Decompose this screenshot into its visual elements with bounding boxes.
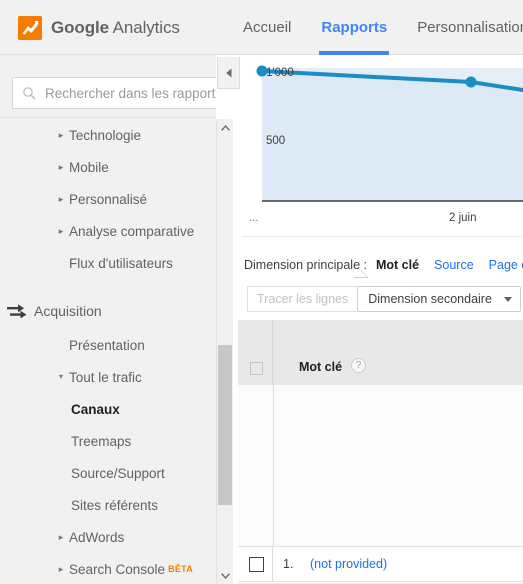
chevron-down-icon	[220, 572, 230, 579]
table-column-divider	[273, 385, 274, 546]
brand-title: Google Analytics	[51, 18, 180, 38]
dimension-tab-mot-cle[interactable]: Mot clé	[376, 258, 419, 272]
plot-rows-button[interactable]: Tracer les lignes	[247, 286, 358, 312]
sidebar-item-label: Tout le trafic	[69, 369, 142, 385]
table-header-checkbox-cell	[238, 320, 273, 385]
chevron-right-icon: ▸	[58, 563, 64, 574]
chevron-right-icon: ▸	[58, 531, 64, 542]
table-row-index: 1.	[283, 557, 294, 571]
table-row-checkbox-cell	[238, 547, 273, 581]
primary-dimension-label: Dimension principale :	[244, 258, 367, 272]
sidebar-scrollbar[interactable]	[216, 119, 233, 584]
table-row[interactable]: 1. (not provided)	[238, 546, 523, 582]
sidebar-item-label: Canaux	[71, 401, 120, 417]
google-analytics-window: Google Analytics Accueil Rapports Person…	[0, 0, 523, 584]
main-content: 1'000 500 ... 2 juin Dimension principal…	[233, 55, 523, 584]
search-box[interactable]	[12, 77, 216, 109]
sidebar-item-label: Source/Support	[71, 465, 165, 481]
nav-tab-personnalisation[interactable]: Personnalisation	[402, 0, 523, 55]
chart-canvas: 1'000 500 ... 2 juin	[249, 65, 523, 224]
table-row-keyword-link[interactable]: (not provided)	[310, 557, 387, 571]
brand-google: Google	[51, 18, 109, 37]
chevron-right-icon: ▸	[58, 161, 64, 172]
sidebar-item-mobile[interactable]: ▸ Mobile	[0, 151, 216, 183]
sidebar-item-label: Treemaps	[71, 433, 132, 449]
chevron-up-icon	[220, 124, 230, 131]
chart-ytick-500: 500	[266, 135, 285, 147]
sidebar-item-presentation[interactable]: Présentation	[0, 329, 216, 361]
brand: Google Analytics	[18, 15, 180, 41]
sidebar-nav-list: ▸ Technologie ▸ Mobile ▸ Personnalisé ▸ …	[0, 119, 216, 584]
scrollbar-thumb[interactable]	[218, 345, 232, 505]
chevron-down-icon: ▾	[58, 372, 63, 381]
scroll-up-button[interactable]	[217, 119, 233, 136]
sidebar: ▸ Technologie ▸ Mobile ▸ Personnalisé ▸ …	[0, 55, 216, 584]
sidebar-item-canaux[interactable]: Canaux	[0, 393, 216, 425]
sidebar-item-search-console[interactable]: ▸ Search Console BÊTA	[0, 553, 216, 584]
search-icon	[23, 87, 36, 100]
sidebar-item-label: Mobile	[69, 159, 109, 175]
chevron-right-icon: ▸	[58, 193, 64, 204]
sidebar-item-sites-referents[interactable]: Sites référents	[0, 489, 216, 521]
acquisition-arrows-icon	[0, 303, 34, 319]
table-header-main-cell: Mot clé ?	[274, 320, 523, 385]
search-input[interactable]	[43, 84, 216, 102]
sidebar-section-acquisition[interactable]: Acquisition	[0, 293, 216, 329]
sidebar-item-label: Flux d'utilisateurs	[69, 255, 173, 271]
sidebar-section-label: Acquisition	[34, 303, 102, 319]
sidebar-item-tout-le-trafic[interactable]: ▾ Tout le trafic	[0, 361, 216, 393]
select-all-checkbox[interactable]	[250, 362, 263, 375]
analytics-logo-icon	[18, 16, 42, 40]
chart-xtick-right: 2 juin	[449, 212, 477, 224]
sidebar-item-label: Search Console	[69, 561, 166, 577]
sessions-line-chart: 1'000 500 ... 2 juin	[233, 55, 523, 240]
chart-divider	[242, 236, 523, 237]
nav-tab-accueil[interactable]: Accueil	[228, 0, 306, 55]
row-select-checkbox[interactable]	[249, 557, 264, 572]
dimension-tab-page-de-destination[interactable]: Page de des	[489, 258, 523, 272]
table-header: Mot clé ?	[238, 320, 523, 385]
chevron-left-icon	[225, 68, 231, 77]
sidebar-item-source-support[interactable]: Source/Support	[0, 457, 216, 489]
top-bar: Google Analytics Accueil Rapports Person…	[0, 0, 523, 55]
chart-data-point	[465, 76, 477, 88]
chart-xtick-left: ...	[249, 212, 259, 224]
sidebar-item-label: Analyse comparative	[69, 223, 195, 239]
chart-ytick-1000: 1'000	[266, 67, 294, 79]
sidebar-item-flux-utilisateurs[interactable]: Flux d'utilisateurs	[0, 247, 216, 279]
sidebar-item-analyse-comparative[interactable]: ▸ Analyse comparative	[0, 215, 216, 247]
secondary-dimension-label: Dimension secondaire	[368, 292, 492, 306]
chevron-right-icon: ▸	[58, 225, 64, 236]
dimension-active-pointer	[353, 270, 367, 277]
sidebar-item-adwords[interactable]: ▸ AdWords	[0, 521, 216, 553]
beta-badge: BÊTA	[168, 564, 194, 574]
sidebar-item-label: Technologie	[69, 127, 142, 143]
brand-analytics: Analytics	[108, 18, 180, 37]
sidebar-item-label: Présentation	[69, 337, 145, 353]
sidebar-item-label: AdWords	[69, 529, 125, 545]
sidebar-search-zone	[0, 55, 216, 118]
sidebar-item-label: Sites référents	[71, 497, 159, 513]
chevron-right-icon: ▸	[58, 129, 64, 140]
secondary-dimension-dropdown[interactable]: Dimension secondaire	[357, 286, 521, 312]
chevron-down-icon	[503, 296, 512, 302]
chart-area-fill	[262, 71, 523, 201]
sidebar-item-treemaps[interactable]: Treemaps	[0, 425, 216, 457]
sidebar-item-personnalise[interactable]: ▸ Personnalisé	[0, 183, 216, 215]
scroll-down-button[interactable]	[217, 567, 233, 584]
sidebar-item-label: Personnalisé	[69, 191, 148, 207]
help-icon[interactable]: ?	[351, 358, 366, 373]
nav-tab-rapports[interactable]: Rapports	[306, 0, 402, 55]
sidebar-item-technologie[interactable]: ▸ Technologie	[0, 119, 216, 151]
table-toolbar: Tracer les lignes Dimension secondaire T…	[233, 278, 523, 320]
top-navigation: Accueil Rapports Personnalisation	[228, 0, 523, 55]
collapse-sidebar-button[interactable]	[217, 57, 240, 89]
dimension-tab-source[interactable]: Source	[434, 258, 474, 272]
keywords-table: Mot clé ? 1. (not provided)	[233, 320, 523, 584]
table-column-header-label: Mot clé	[299, 360, 343, 374]
table-body-empty-region	[238, 385, 523, 546]
